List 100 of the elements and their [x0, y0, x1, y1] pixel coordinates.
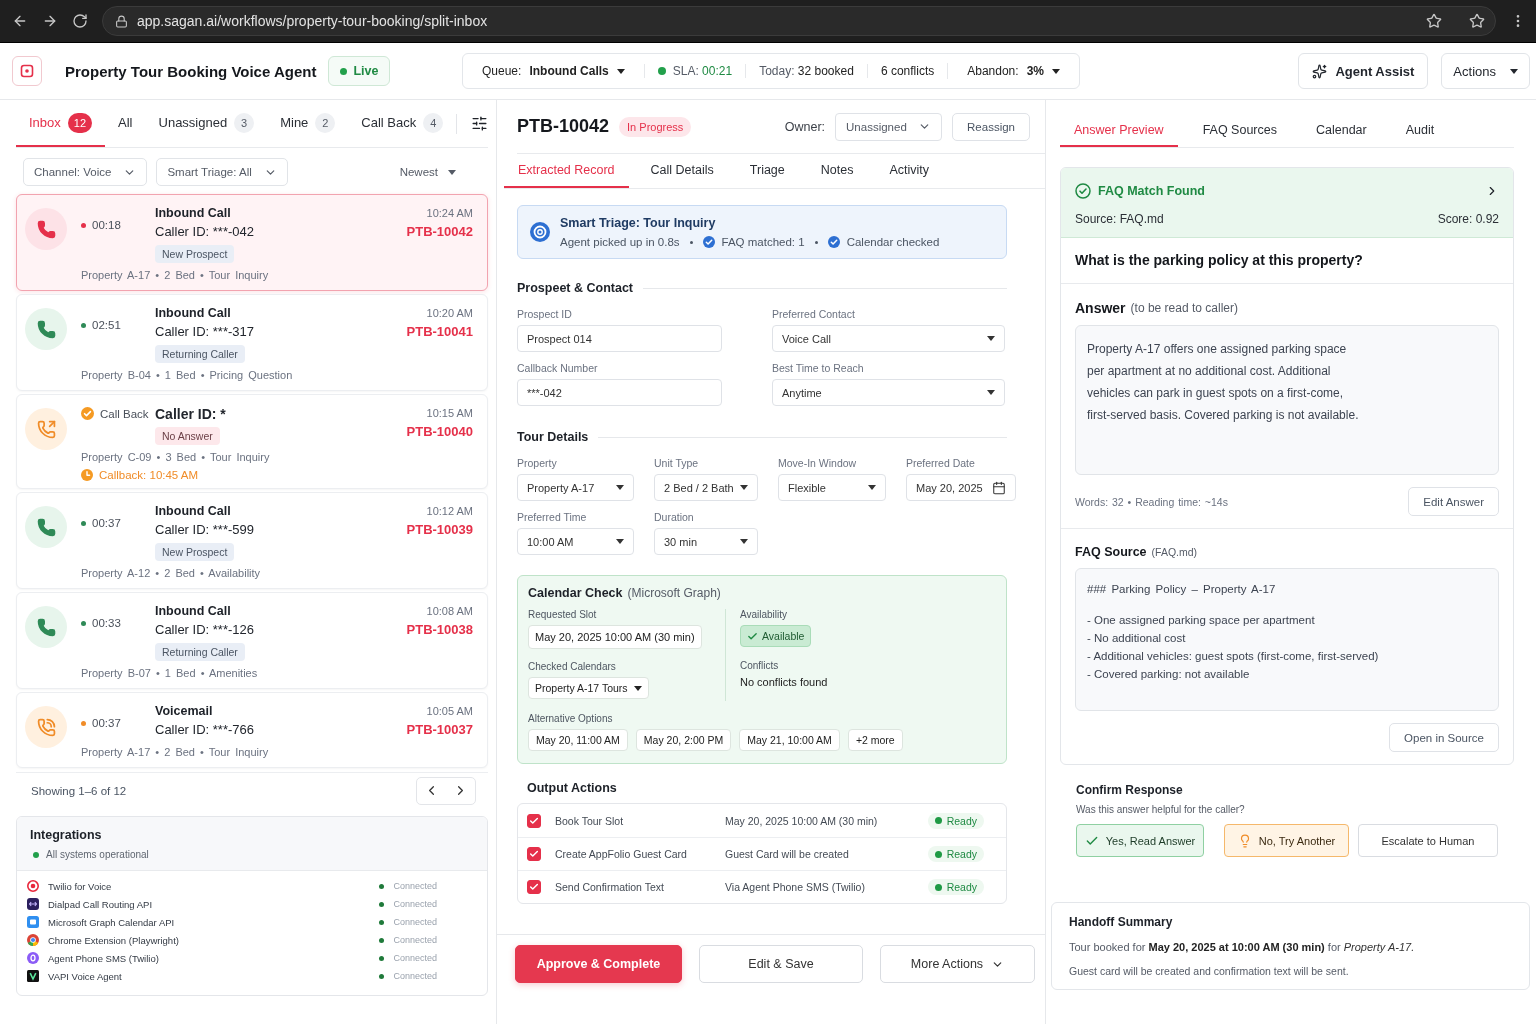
record-tab[interactable]: Call Details	[636, 154, 728, 188]
triage-title: Smart Triage: Tour Inquiry	[560, 216, 717, 230]
select-field[interactable]: 30 min	[654, 528, 758, 555]
alternative-slot-chip[interactable]: May 20, 11:00 AM	[528, 729, 628, 751]
status-dot-icon	[81, 520, 86, 526]
reassign-button[interactable]: Reassign	[952, 112, 1030, 141]
alternative-slot-chip[interactable]: May 20, 2:00 PM	[635, 729, 732, 751]
call-card[interactable]: Call Back Caller ID: * No Answer Property C-09 • 3 Bed • Tour Inquiry Callback: 10:45 AM 10:15 AM PTB-10040	[16, 394, 488, 489]
action-detail: Via Agent Phone SMS (Twilio)	[725, 881, 866, 893]
stat-select[interactable]: Abandon: 3%	[961, 63, 1066, 79]
call-card[interactable]: 00:37 Voicemail Caller ID: ***-766 Property A-17 • 2 Bed • Tour Inquiry 10:05 AM PTB-10037	[16, 692, 488, 768]
record-tab[interactable]: Extracted Record	[504, 154, 629, 188]
text-field[interactable]: Prospect 014	[517, 325, 722, 352]
text-field[interactable]: ***-042	[517, 379, 722, 406]
response-button[interactable]: No, Try Another	[1224, 824, 1349, 857]
status-dot-icon	[81, 222, 86, 228]
record-tab[interactable]: Triage	[735, 154, 799, 188]
actions-menu-button[interactable]: Actions	[1441, 53, 1530, 89]
star-icon[interactable]	[1469, 13, 1485, 29]
calendar-select[interactable]: Property A-17 Tours	[528, 677, 649, 699]
open-source-button[interactable]: Open in Source	[1389, 723, 1499, 752]
call-id: PTB-10037	[406, 722, 473, 737]
call-id: PTB-10040	[406, 424, 473, 439]
caller-id: Caller ID: ***-766	[155, 721, 254, 739]
select-field[interactable]: Voice Call	[772, 325, 1005, 352]
status-dot-icon	[934, 817, 942, 824]
inbox-tab[interactable]: Inbox 12	[16, 100, 106, 147]
edit-answer-button[interactable]: Edit Answer	[1408, 487, 1499, 516]
field-label: Preferred Date	[906, 457, 976, 469]
phone-icon	[25, 506, 67, 548]
assist-tab[interactable]: Answer Preview	[1060, 115, 1178, 147]
caret-icon	[633, 685, 642, 691]
live-label: Live	[353, 64, 379, 78]
answer-field[interactable]: Property A-17 offers one assigned parking space per apartment at no additional cost. Additional vehicles can park in guest spots on a first-come, first-served basis. Covered parking is not available.	[1075, 325, 1499, 475]
status-label: Ready	[946, 848, 977, 860]
response-button[interactable]: Escalate to Human	[1358, 824, 1498, 857]
address-bar[interactable]: app.sagan.ai/workflows/property-tour-booking/split-inbox	[102, 6, 1496, 36]
owner-select[interactable]: Unassigned	[835, 112, 943, 141]
integration-status: Connected	[393, 971, 437, 981]
assist-tab[interactable]: FAQ Sources	[1188, 115, 1291, 147]
filter-select[interactable]: Channel: Voice	[23, 158, 148, 186]
select-field[interactable]: Anytime	[772, 379, 1005, 406]
faq-source-title: FAQ Source	[1075, 545, 1147, 559]
select-field[interactable]: 10:00 AM	[517, 528, 634, 555]
call-duration: 00:37	[92, 517, 121, 529]
checkbox[interactable]	[527, 847, 541, 861]
check-icon	[529, 815, 539, 826]
call-id: PTB-10041	[406, 324, 473, 339]
call-time: 10:08 AM	[426, 605, 473, 617]
select-field[interactable]: 2 Bed / 2 Bath	[654, 474, 758, 501]
call-card[interactable]: 02:51 Inbound Call Caller ID: ***-317 Returning Caller Property B-04 • 1 Bed • Pricing Question 10:20 AM PTB-10041	[16, 294, 488, 391]
call-duration: 02:51	[92, 319, 121, 331]
response-button[interactable]: Yes, Read Answer	[1076, 824, 1204, 857]
agent-assist-button[interactable]: Agent Assist	[1298, 53, 1429, 89]
inbox-tab[interactable]: Mine 2	[267, 100, 349, 147]
status-dot-icon	[33, 851, 39, 858]
sort-select[interactable]: Newest	[393, 165, 462, 179]
caret-icon	[1510, 68, 1518, 74]
reload-icon[interactable]	[72, 13, 88, 29]
action-label: Create AppFolio Guest Card	[555, 848, 688, 860]
star-icon[interactable]	[1426, 13, 1442, 29]
action-button[interactable]: Edit & Save	[699, 945, 863, 983]
assist-tab[interactable]: Audit	[1391, 115, 1449, 147]
field-label: Best Time to Reach	[772, 362, 865, 374]
call-card[interactable]: 00:18 Inbound Call Caller ID: ***-042 New Prospect Property A-17 • 2 Bed • Tour Inquiry 10:24 AM PTB-10042	[16, 194, 488, 291]
select-field[interactable]: Property A-17	[517, 474, 634, 501]
stat-select[interactable]: Queue: Inbound Calls	[476, 63, 631, 79]
action-button[interactable]: More Actions	[880, 945, 1035, 983]
record-tab[interactable]: Activity	[875, 154, 943, 188]
app-title: Property Tour Booking Voice Agent	[65, 62, 317, 80]
inbox-tab[interactable]: All	[105, 100, 146, 147]
inbox-tab[interactable]: Call Back 4	[348, 100, 457, 147]
checkbox[interactable]	[527, 813, 541, 828]
select-field[interactable]: Flexible	[778, 474, 886, 501]
sparkle-icon	[1312, 63, 1328, 79]
filter-select[interactable]: Smart Triage: All	[156, 158, 288, 186]
requested-slot-field: May 20, 2025 10:00 AM (30 min)	[528, 625, 702, 649]
call-card[interactable]: 00:37 Inbound Call Caller ID: ***-599 New Prospect Property A-12 • 2 Bed • Availability 10:12 AM PTB-10039	[16, 492, 488, 589]
date-field[interactable]: May 20, 2025	[906, 474, 1016, 501]
inbox-tab[interactable]: Unassigned 3	[145, 100, 268, 147]
record-tab[interactable]: Notes	[806, 154, 868, 188]
caller-tag: Returning Caller	[155, 643, 245, 661]
check-circle-icon	[1075, 183, 1091, 199]
conflicts-text: No conflicts found	[740, 676, 828, 688]
section-title: Tour Details	[517, 430, 589, 444]
more-slots-chip[interactable]: +2 more	[847, 729, 903, 751]
caret-icon	[987, 336, 995, 341]
integration-name: Agent Phone SMS (Twilio)	[48, 952, 160, 964]
alternative-slot-chip[interactable]: May 21, 10:00 AM	[739, 729, 840, 751]
back-icon[interactable]	[12, 13, 28, 29]
field-label: Alternative Options	[528, 713, 614, 724]
integration-name: Dialpad Call Routing API	[48, 898, 154, 910]
call-card[interactable]: 00:33 Inbound Call Caller ID: ***-126 Returning Caller Property B-07 • 1 Bed • Amenities 10:08 AM PTB-10038	[16, 592, 488, 689]
filter-icon[interactable]	[471, 115, 489, 132]
integrations-status: All systems operational	[46, 849, 149, 860]
checkbox[interactable]	[527, 880, 541, 894]
forward-icon[interactable]	[42, 13, 58, 29]
lock-icon	[115, 14, 128, 28]
assist-tab[interactable]: Calendar	[1301, 115, 1381, 147]
action-button[interactable]: Approve & Complete	[515, 945, 682, 983]
